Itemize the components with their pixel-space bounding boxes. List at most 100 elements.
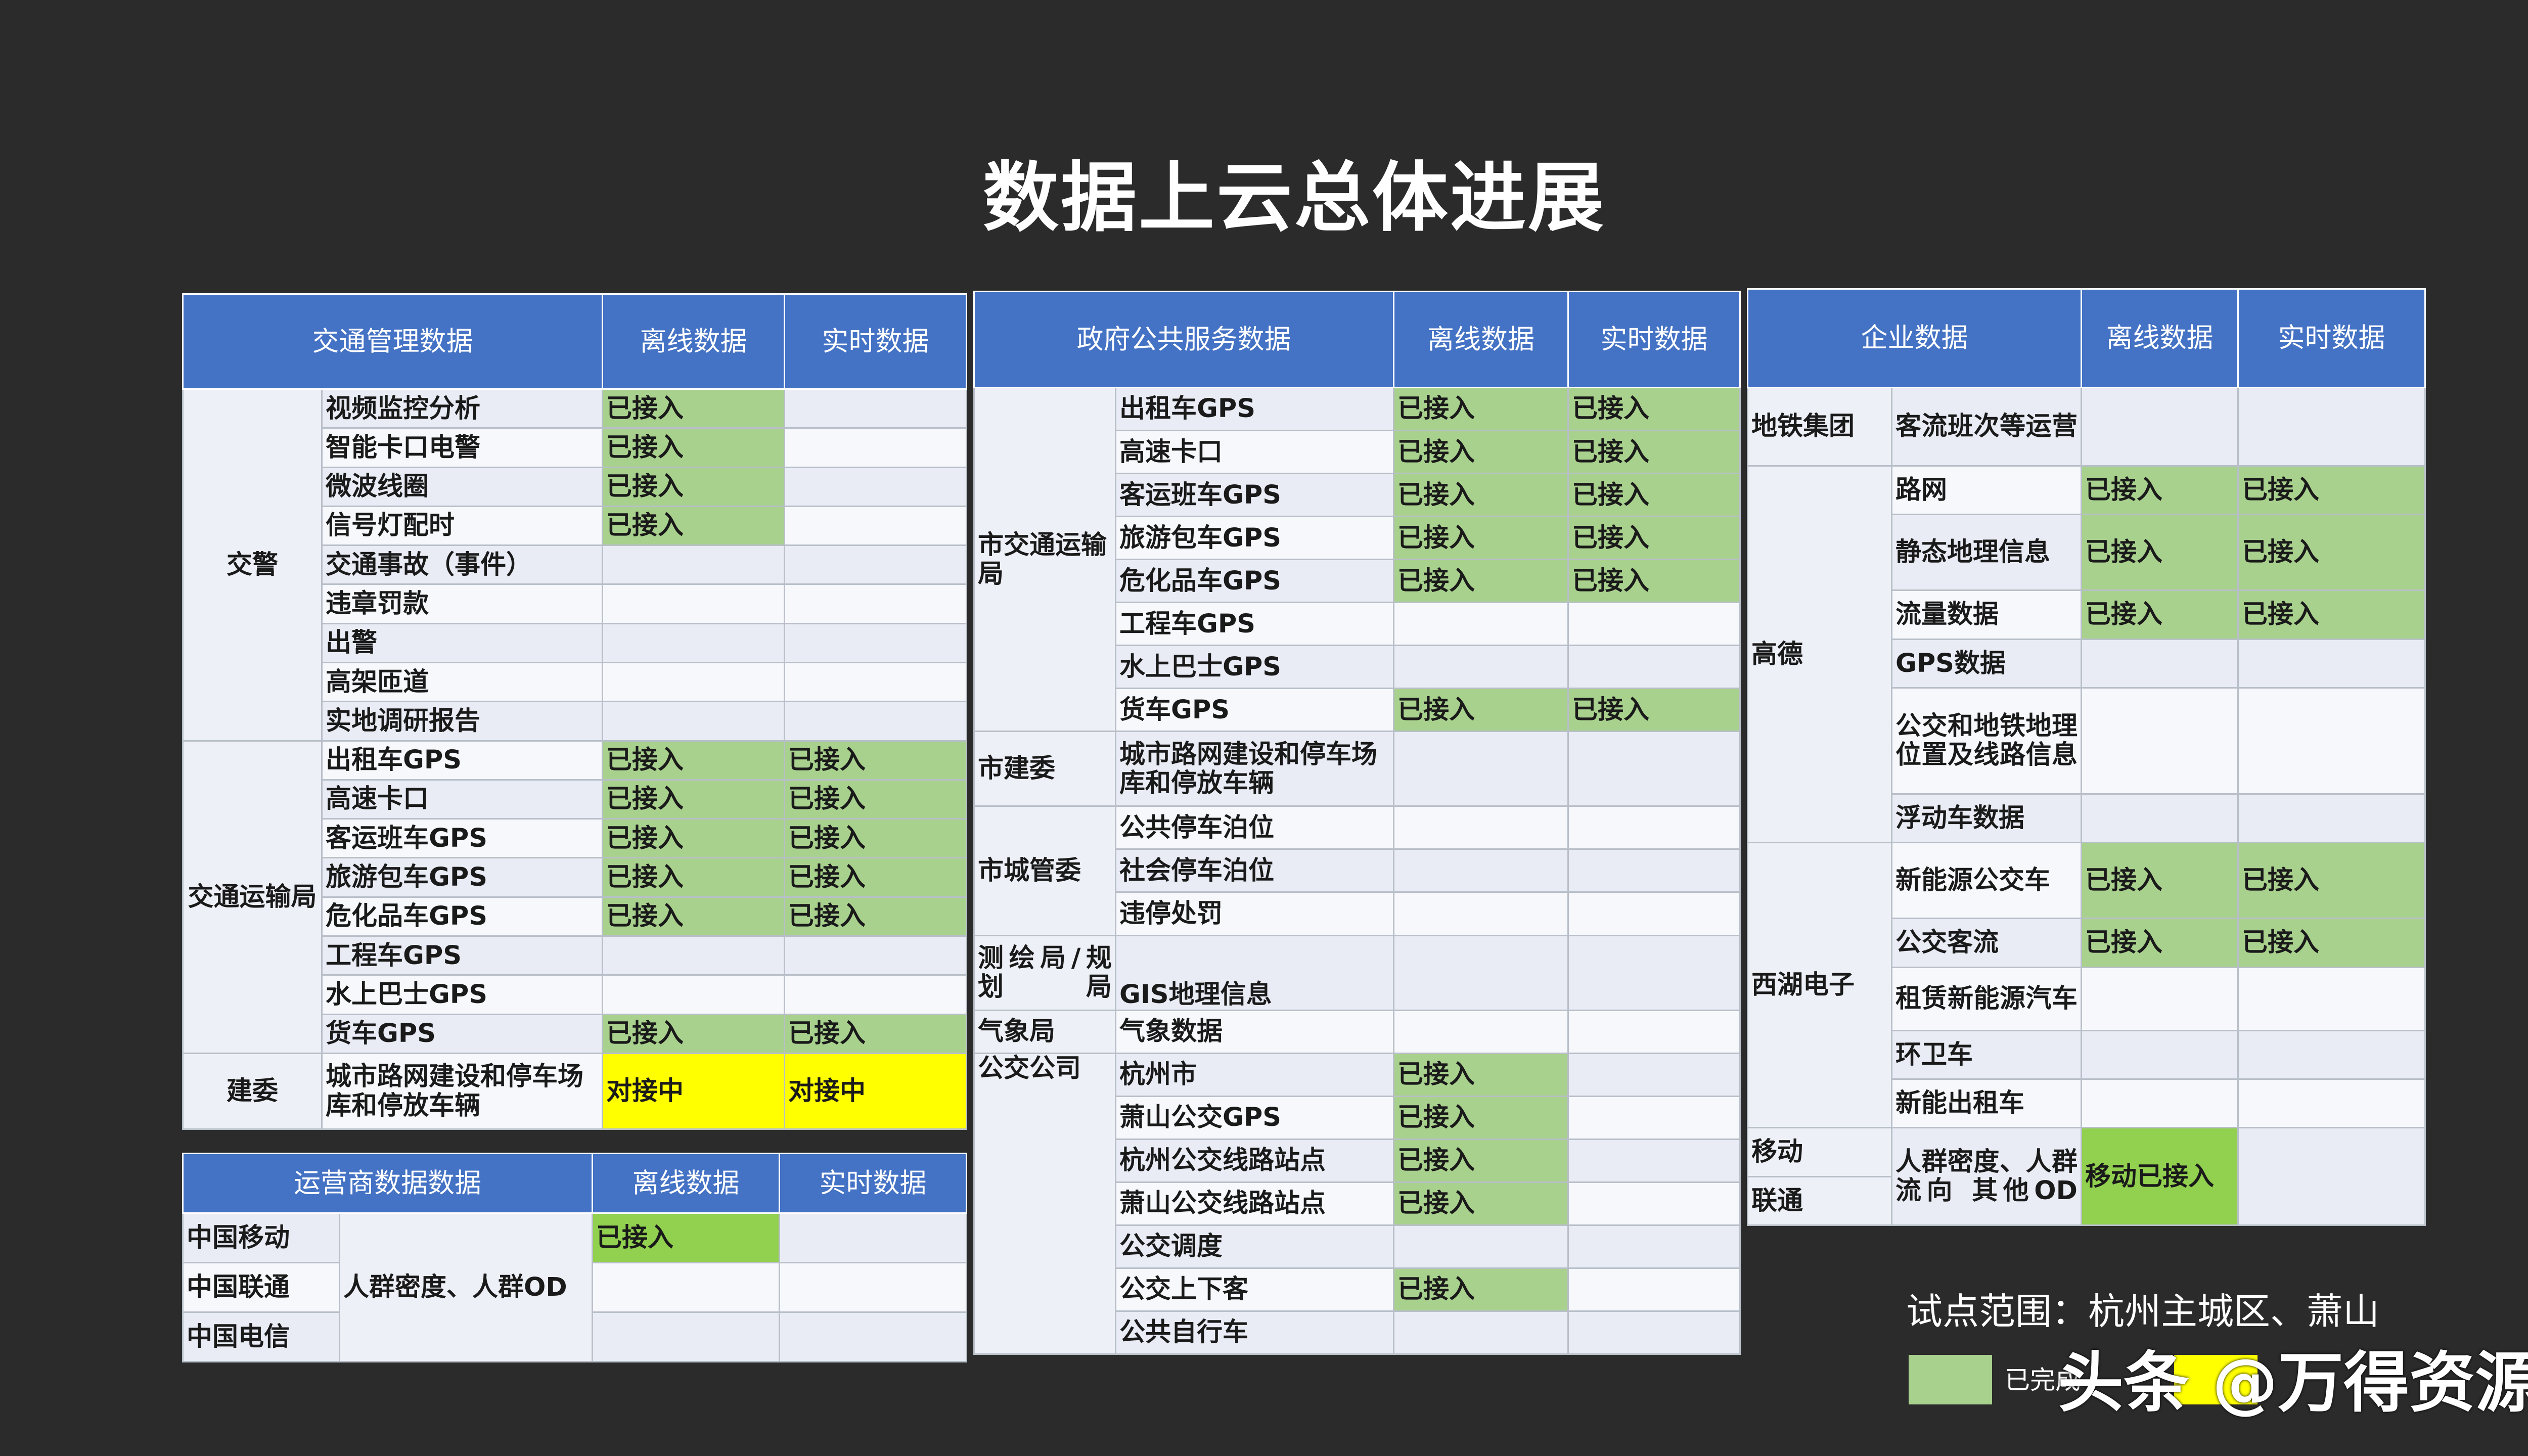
row-label: 公交客流: [1891, 918, 2082, 968]
status-cell: 已接入: [602, 818, 785, 859]
status-cell: 已接入: [2237, 918, 2426, 968]
status-cell: 已接入: [1393, 1095, 1569, 1140]
row-label: 客运班车GPS: [321, 818, 603, 859]
row-label: 静态地理信息: [1891, 514, 2082, 592]
row-label: 新能源公交车: [1891, 842, 2082, 920]
pilot-scope-note: 试点范围：杭州主城区、萧山: [1906, 1290, 2380, 1333]
row-label: 出租车GPS: [321, 740, 603, 781]
status-cell: 已接入: [784, 818, 967, 859]
status-cell: 已接入: [784, 857, 967, 898]
traffic-data-table: 交通管理数据 离线数据 实时数据 交警 视频监控分析 已接入 智能卡口电警 已接…: [182, 293, 967, 1130]
group-city-transport: 市交通运输局: [973, 386, 1116, 733]
group-mobile: 移动: [1747, 1127, 1892, 1177]
status-cell: 已接入: [1393, 1052, 1569, 1097]
status-cell: 已接入: [1393, 473, 1569, 518]
group-unicom: 联通: [1747, 1175, 1892, 1226]
status-cell: 已接入: [1567, 473, 1741, 518]
page-title: 数据上云总体进展: [982, 154, 1606, 242]
offline-header: 离线数据: [602, 293, 785, 390]
row-label: 高架匝道: [321, 661, 603, 703]
row-label: 客运班车GPS: [1115, 473, 1394, 518]
row-label: GIS地理信息: [1115, 934, 1394, 1011]
status-cell: 已接入: [602, 779, 785, 820]
watermark: 头条 @万得资源: [2058, 1344, 2528, 1421]
status-cell: 已接入: [1393, 516, 1569, 561]
status-cell: 已接入: [1393, 386, 1569, 432]
status-cell: 已接入: [602, 1013, 785, 1054]
gov-header: 政府公共服务数据: [973, 291, 1394, 388]
status-cell: 对接中: [784, 1053, 967, 1130]
row-label: 杭州公交线路站点: [1115, 1138, 1394, 1183]
row-label: 危化品车GPS: [321, 896, 603, 937]
realtime-header: 实时数据: [784, 293, 967, 390]
group-jianwei: 建委: [182, 1053, 323, 1130]
row-label: 环卫车: [1891, 1029, 2082, 1080]
gov-data-table: 政府公共服务数据 离线数据 实时数据 市交通运输局 出租车GPS 已接入 已接入…: [973, 291, 1741, 1355]
group-west-lake-electronics: 西湖电子: [1747, 842, 1892, 1129]
operator-header: 运营商数据数据: [182, 1153, 593, 1214]
legend-done-swatch: [1909, 1355, 1992, 1404]
status-cell: 已接入: [602, 427, 785, 468]
status-cell: 已接入: [1567, 559, 1741, 604]
row-label: 公共自行车: [1115, 1310, 1394, 1355]
row-label: 实地调研报告: [321, 701, 603, 742]
status-cell: 已接入: [1567, 430, 1741, 475]
carrier-mobile: 中国移动: [182, 1212, 340, 1263]
status-cell: 已接入: [2081, 589, 2239, 640]
status-cell: 已接入: [602, 388, 785, 429]
status-cell: 已接入: [602, 896, 785, 937]
row-label: 旅游包车GPS: [1115, 516, 1394, 561]
row-label: 高速卡口: [1115, 430, 1394, 475]
traffic-header: 交通管理数据: [182, 293, 603, 390]
status-cell: 已接入: [1393, 1267, 1569, 1312]
row-label: 客流班次等运营: [1891, 387, 2082, 467]
status-cell: 已接入: [784, 740, 967, 781]
status-cell: 已接入: [2237, 589, 2426, 640]
group-jiaojing: 交警: [182, 388, 323, 742]
status-cell: 已接入: [1393, 1181, 1569, 1226]
status-cell: 已接入: [602, 505, 785, 547]
row-label: 租赁新能源汽车: [1891, 966, 2082, 1031]
row-label: 工程车GPS: [321, 935, 603, 976]
status-cell: 已接入: [2081, 514, 2239, 592]
row-label: 公共停车泊位: [1115, 805, 1394, 850]
row-label: 工程车GPS: [1115, 602, 1394, 647]
row-label: 出租车GPS: [1115, 386, 1394, 432]
group-city-management: 市城管委: [973, 805, 1116, 936]
row-label: GPS数据: [1891, 638, 2082, 689]
row-label: 旅游包车GPS: [321, 857, 603, 898]
row-label: 萧山公交GPS: [1115, 1095, 1394, 1140]
row-label: 浮动车数据: [1891, 793, 2082, 844]
row-label: 交通事故（事件）: [321, 544, 603, 585]
row-label: 信号灯配时: [321, 505, 603, 547]
row-label: 城市路网建设和停车场库和停放车辆: [321, 1053, 603, 1130]
row-label: 公交和地铁地理位置及线路信息: [1891, 687, 2082, 795]
status-cell: 已接入: [784, 1013, 967, 1054]
group-amap: 高德: [1747, 465, 1892, 844]
status-cell: 移动已接入: [2081, 1127, 2239, 1226]
status-cell: 已接入: [2081, 842, 2239, 920]
group-transport-bureau: 交通运输局: [182, 740, 323, 1055]
row-label: 出警: [321, 622, 603, 663]
status-cell: 已接入: [1567, 386, 1741, 432]
row-label: 流量数据: [1891, 589, 2082, 640]
row-label: 萧山公交线路站点: [1115, 1181, 1394, 1226]
enterprise-header: 企业数据: [1747, 288, 2082, 388]
group-weather: 气象局: [973, 1009, 1116, 1054]
status-cell: 已接入: [1393, 430, 1569, 475]
status-cell: 已接入: [2237, 514, 2426, 592]
realtime-header: 实时数据: [2237, 288, 2426, 388]
group-metro: 地铁集团: [1747, 387, 1892, 467]
row-label: 智能卡口电警: [321, 427, 603, 468]
status-cell: 已接入: [2081, 465, 2239, 516]
status-cell: 已接入: [1393, 1138, 1569, 1183]
carrier-unicom: 中国联通: [182, 1262, 340, 1313]
group-survey-planning: 测绘局/规划局: [973, 934, 1116, 1011]
row-label: 公交调度: [1115, 1224, 1394, 1269]
status-cell: 已接入: [1393, 559, 1569, 604]
row-label: 城市路网建设和停车场库和停放车辆: [1115, 731, 1394, 807]
status-cell: 已接入: [1393, 688, 1569, 733]
status-cell: 已接入: [2237, 465, 2426, 516]
status-cell: 已接入: [784, 779, 967, 820]
row-label: 高速卡口: [321, 779, 603, 820]
